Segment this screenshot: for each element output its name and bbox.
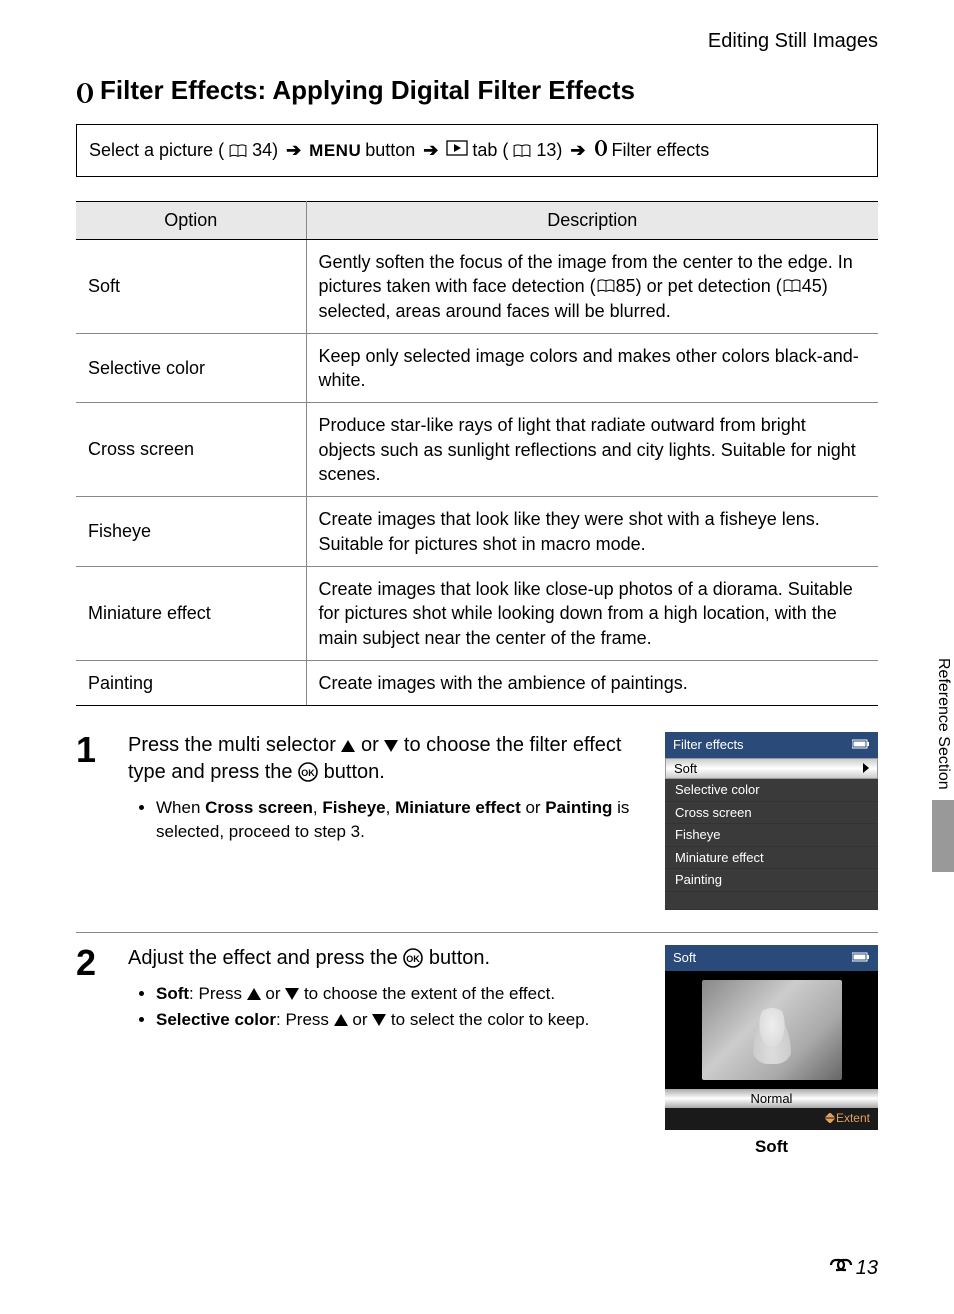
book-icon xyxy=(596,276,616,296)
screen-item: Miniature effect xyxy=(665,847,878,870)
chevron-right-icon xyxy=(863,760,869,778)
table-row: Selective colorKeep only selected image … xyxy=(76,333,878,403)
screen-item: Painting xyxy=(665,869,878,892)
screen-header: Soft xyxy=(665,945,878,971)
screen-caption: Soft xyxy=(665,1136,878,1159)
reference-link-icon xyxy=(828,1256,854,1280)
step-instruction: Adjust the effect and press the OK butto… xyxy=(128,945,645,972)
description-cell: Produce star-like rays of light that rad… xyxy=(306,403,878,497)
up-arrow-icon xyxy=(247,982,261,1006)
breadcrumb: Select a picture ( 34) ➔ MENU button ➔ t… xyxy=(76,124,878,177)
screen-item: Cross screen xyxy=(665,802,878,825)
up-arrow-icon xyxy=(334,1008,348,1032)
page-title: Filter Effects: Applying Digital Filter … xyxy=(76,75,878,106)
table-row: Cross screenProduce star-like rays of li… xyxy=(76,403,878,497)
section-header: Editing Still Images xyxy=(76,30,878,53)
side-tab-label: Reference Section xyxy=(932,650,954,798)
breadcrumb-text: tab ( xyxy=(472,140,508,161)
breadcrumb-ref: 34) xyxy=(252,140,278,161)
screen-item-empty xyxy=(665,892,878,910)
arrow-right-icon: ➔ xyxy=(570,140,585,161)
effect-slider: Normal xyxy=(665,1089,878,1109)
table-header-option: Option xyxy=(76,202,306,240)
book-icon xyxy=(228,144,248,158)
description-cell: Keep only selected image colors and make… xyxy=(306,333,878,403)
menu-label: MENU xyxy=(309,141,361,161)
extent-indicator: Extent xyxy=(665,1108,878,1130)
ok-button-icon: OK xyxy=(298,761,318,783)
option-cell: Soft xyxy=(76,240,306,334)
updown-icon xyxy=(824,1111,836,1125)
options-table: Option Description Soft Gently soften th… xyxy=(76,201,878,706)
up-arrow-icon xyxy=(341,732,355,759)
side-tab-marker xyxy=(932,800,954,872)
battery-icon xyxy=(852,949,870,967)
breadcrumb-text: button xyxy=(365,140,415,161)
svg-text:OK: OK xyxy=(301,768,315,778)
arrow-right-icon: ➔ xyxy=(423,140,438,161)
camera-screen-soft-preview: Soft Normal Extent xyxy=(665,945,878,1130)
screen-title: Soft xyxy=(673,949,696,967)
screen-item-selected: Soft xyxy=(665,758,878,780)
side-tab: Reference Section xyxy=(932,650,954,872)
screen-header: Filter effects xyxy=(665,732,878,758)
step-1: 1 Press the multi selector or to choose … xyxy=(76,732,878,933)
breadcrumb-ref: 13) xyxy=(536,140,562,161)
svg-text:OK: OK xyxy=(407,954,421,964)
ok-button-icon: OK xyxy=(403,947,423,969)
screen-title: Filter effects xyxy=(673,736,744,754)
battery-icon xyxy=(852,736,870,754)
filter-icon xyxy=(594,139,608,162)
step-number: 2 xyxy=(76,945,106,1159)
description-cell: Create images that look like close-up ph… xyxy=(306,566,878,660)
screen-item: Selective color xyxy=(665,779,878,802)
table-row: Soft Gently soften the focus of the imag… xyxy=(76,240,878,334)
table-row: FisheyeCreate images that look like they… xyxy=(76,497,878,567)
table-header-description: Description xyxy=(306,202,878,240)
page-title-text: Filter Effects: Applying Digital Filter … xyxy=(100,75,635,106)
arrow-right-icon: ➔ xyxy=(286,140,301,161)
book-icon xyxy=(512,144,532,158)
book-icon xyxy=(782,276,802,296)
screen-item: Fisheye xyxy=(665,824,878,847)
page-number: 13 xyxy=(828,1256,878,1280)
step-bullet: Soft: Press or to choose the extent of t… xyxy=(156,982,645,1006)
playback-tab-icon xyxy=(446,140,468,161)
table-row: PaintingCreate images with the ambience … xyxy=(76,660,878,705)
filter-icon xyxy=(76,80,94,102)
table-row: Miniature effectCreate images that look … xyxy=(76,566,878,660)
option-cell: Painting xyxy=(76,660,306,705)
down-arrow-icon xyxy=(384,732,398,759)
step-instruction: Press the multi selector or to choose th… xyxy=(128,732,645,786)
option-cell: Miniature effect xyxy=(76,566,306,660)
description-cell: Gently soften the focus of the image fro… xyxy=(306,240,878,334)
option-cell: Fisheye xyxy=(76,497,306,567)
down-arrow-icon xyxy=(285,982,299,1006)
preview-photo-area xyxy=(665,971,878,1089)
step-2: 2 Adjust the effect and press the OK but… xyxy=(76,945,878,1181)
option-cell: Selective color xyxy=(76,333,306,403)
step-bullet: Selective color: Press or to select the … xyxy=(156,1008,645,1032)
step-number: 1 xyxy=(76,732,106,910)
step-bullet: When Cross screen, Fisheye, Miniature ef… xyxy=(156,796,645,844)
breadcrumb-text: Select a picture ( xyxy=(89,140,224,161)
down-arrow-icon xyxy=(372,1008,386,1032)
breadcrumb-text: Filter effects xyxy=(612,140,710,161)
description-cell: Create images that look like they were s… xyxy=(306,497,878,567)
preview-photo xyxy=(702,980,842,1080)
description-cell: Create images with the ambience of paint… xyxy=(306,660,878,705)
camera-screen-filter-list: Filter effects Soft Selective color Cros… xyxy=(665,732,878,910)
option-cell: Cross screen xyxy=(76,403,306,497)
